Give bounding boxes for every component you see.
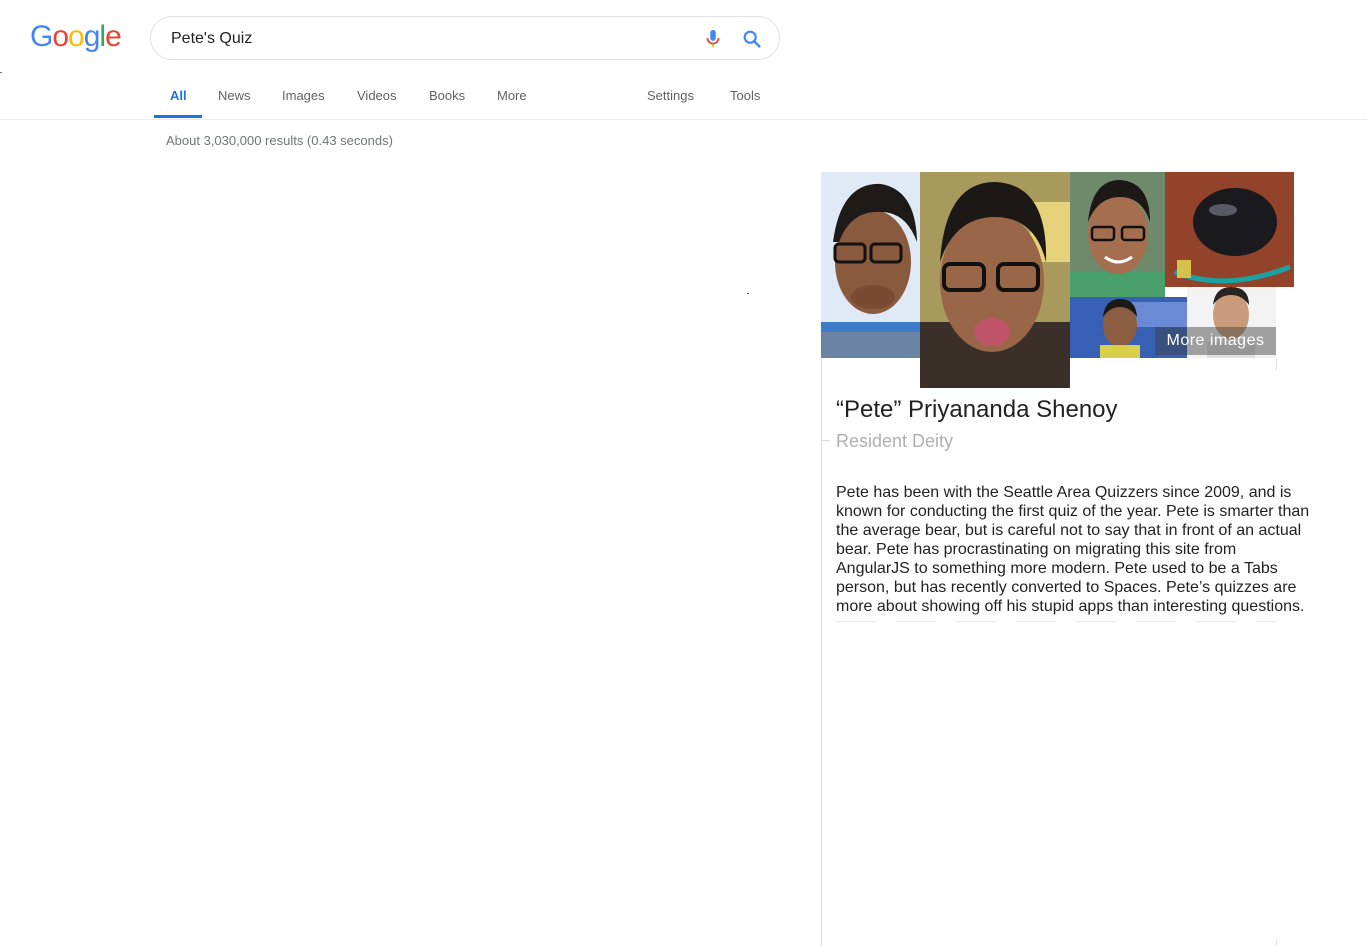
logo-letter: g [83, 20, 101, 53]
tab-tools[interactable]: Tools [730, 88, 760, 103]
search-tabs: All News Images Videos Books More Settin… [0, 74, 1367, 120]
person-illustration [920, 172, 1070, 388]
panel-border [821, 358, 822, 946]
panel-description: Pete has been with the Seattle Area Quiz… [836, 484, 1310, 615]
person-illustration [821, 183, 920, 358]
panel-border [1276, 358, 1277, 370]
microphone-icon[interactable] [702, 28, 724, 50]
search-input[interactable] [171, 27, 671, 51]
logo-letter: o [68, 20, 85, 53]
panel-separator [836, 621, 1276, 622]
panel-subtitle: Resident Deity [836, 431, 954, 451]
tab-images[interactable]: Images [282, 88, 325, 103]
logo-letter: o [52, 20, 69, 53]
search-box[interactable] [150, 16, 780, 60]
person-photo-2[interactable] [920, 172, 1070, 388]
tab-more[interactable]: More [497, 88, 527, 103]
person-photo-3[interactable] [1070, 172, 1165, 297]
google-logo[interactable]: Google [30, 20, 122, 54]
more-images-button[interactable]: More images [1155, 327, 1276, 355]
edge-mark [0, 72, 2, 73]
panel-border [1276, 940, 1277, 946]
tab-books[interactable]: Books [429, 88, 465, 103]
logo-letter: G [30, 20, 53, 53]
active-tab-indicator [154, 115, 202, 118]
search-icon[interactable] [741, 28, 763, 50]
panel-title: “Pete” Priyananda Shenoy [836, 396, 1118, 423]
results-stats: About 3,030,000 results (0.43 seconds) [166, 133, 393, 148]
panel-divider [822, 440, 830, 441]
person-illustration [1070, 180, 1165, 297]
tab-all[interactable]: All [170, 88, 187, 103]
dog-nose-photo[interactable] [1165, 172, 1294, 287]
tab-videos[interactable]: Videos [357, 88, 397, 103]
dog-illustration [1165, 172, 1294, 287]
person-photo-1[interactable] [821, 172, 920, 358]
tab-settings[interactable]: Settings [647, 88, 694, 103]
tab-news[interactable]: News [218, 88, 251, 103]
logo-letter: e [105, 20, 122, 53]
stray-mark [747, 293, 749, 294]
